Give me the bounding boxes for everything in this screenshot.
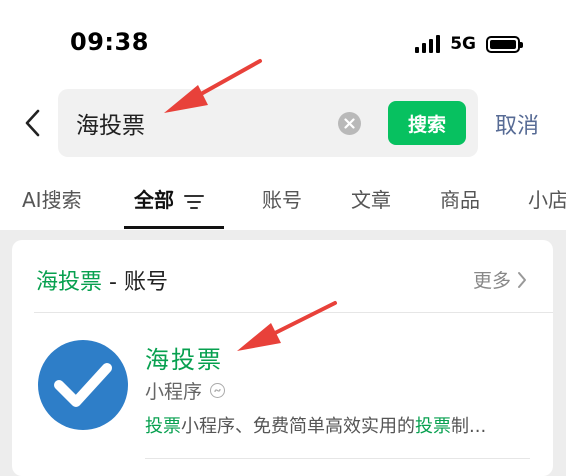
search-row: 搜索 取消 bbox=[0, 86, 566, 162]
tab-accounts[interactable]: 账号 bbox=[262, 184, 302, 213]
account-result-item[interactable]: 海投票 小程序 投票小程序、免费简单高效实用的投票制... bbox=[12, 320, 553, 465]
cancel-button[interactable]: 取消 bbox=[495, 108, 539, 140]
mini-program-icon bbox=[210, 383, 226, 398]
item-divider bbox=[145, 458, 530, 459]
back-button[interactable] bbox=[18, 108, 48, 138]
chevron-right-icon bbox=[518, 271, 526, 288]
active-tab-indicator bbox=[124, 226, 224, 229]
tab-articles[interactable]: 文章 bbox=[351, 184, 391, 213]
section-title: 海投票 - 账号 bbox=[36, 264, 168, 296]
clear-icon bbox=[344, 118, 355, 129]
signal-icon bbox=[415, 35, 441, 53]
tab-all-label: 全部 bbox=[134, 188, 174, 212]
network-label: 5G bbox=[450, 34, 476, 54]
card-divider bbox=[34, 312, 553, 313]
tab-shops[interactable]: 小店 bbox=[528, 184, 566, 213]
search-input[interactable] bbox=[76, 103, 326, 143]
battery-icon bbox=[486, 35, 523, 53]
tab-all[interactable]: 全部 bbox=[134, 184, 204, 213]
search-box: 搜索 bbox=[58, 89, 478, 157]
tab-ai-search[interactable]: AI搜索 bbox=[22, 184, 82, 213]
more-label: 更多 bbox=[472, 270, 511, 292]
desc-keyword-1: 投票 bbox=[145, 416, 181, 437]
status-time: 09:38 bbox=[70, 28, 149, 56]
back-chevron-icon bbox=[25, 109, 40, 137]
search-button[interactable]: 搜索 bbox=[388, 101, 466, 145]
more-link[interactable]: 更多 bbox=[473, 266, 527, 293]
avatar bbox=[38, 340, 128, 430]
desc-middle: 小程序、免费简单高效实用的 bbox=[181, 416, 415, 437]
account-description: 投票小程序、免费简单高效实用的投票制... bbox=[145, 412, 486, 438]
account-results-card: 海投票 - 账号 更多 海投票 小程序 投票小程序、免费简单高效实用的投票制..… bbox=[12, 240, 553, 476]
tab-bar: AI搜索 全部 账号 文章 商品 小店 bbox=[0, 170, 566, 230]
account-type: 小程序 bbox=[145, 377, 226, 404]
clear-button[interactable] bbox=[338, 112, 361, 135]
section-keyword: 海投票 bbox=[36, 270, 103, 295]
checkmark-icon bbox=[54, 363, 112, 407]
desc-tail: 制... bbox=[451, 416, 487, 437]
status-bar: 09:38 5G bbox=[0, 0, 566, 86]
status-indicators: 5G bbox=[415, 34, 523, 54]
section-suffix: - 账号 bbox=[102, 270, 168, 295]
filter-icon bbox=[184, 194, 204, 209]
account-type-label: 小程序 bbox=[145, 381, 203, 403]
account-name: 海投票 bbox=[145, 346, 223, 374]
desc-keyword-2: 投票 bbox=[415, 416, 451, 437]
tab-products[interactable]: 商品 bbox=[440, 184, 480, 213]
